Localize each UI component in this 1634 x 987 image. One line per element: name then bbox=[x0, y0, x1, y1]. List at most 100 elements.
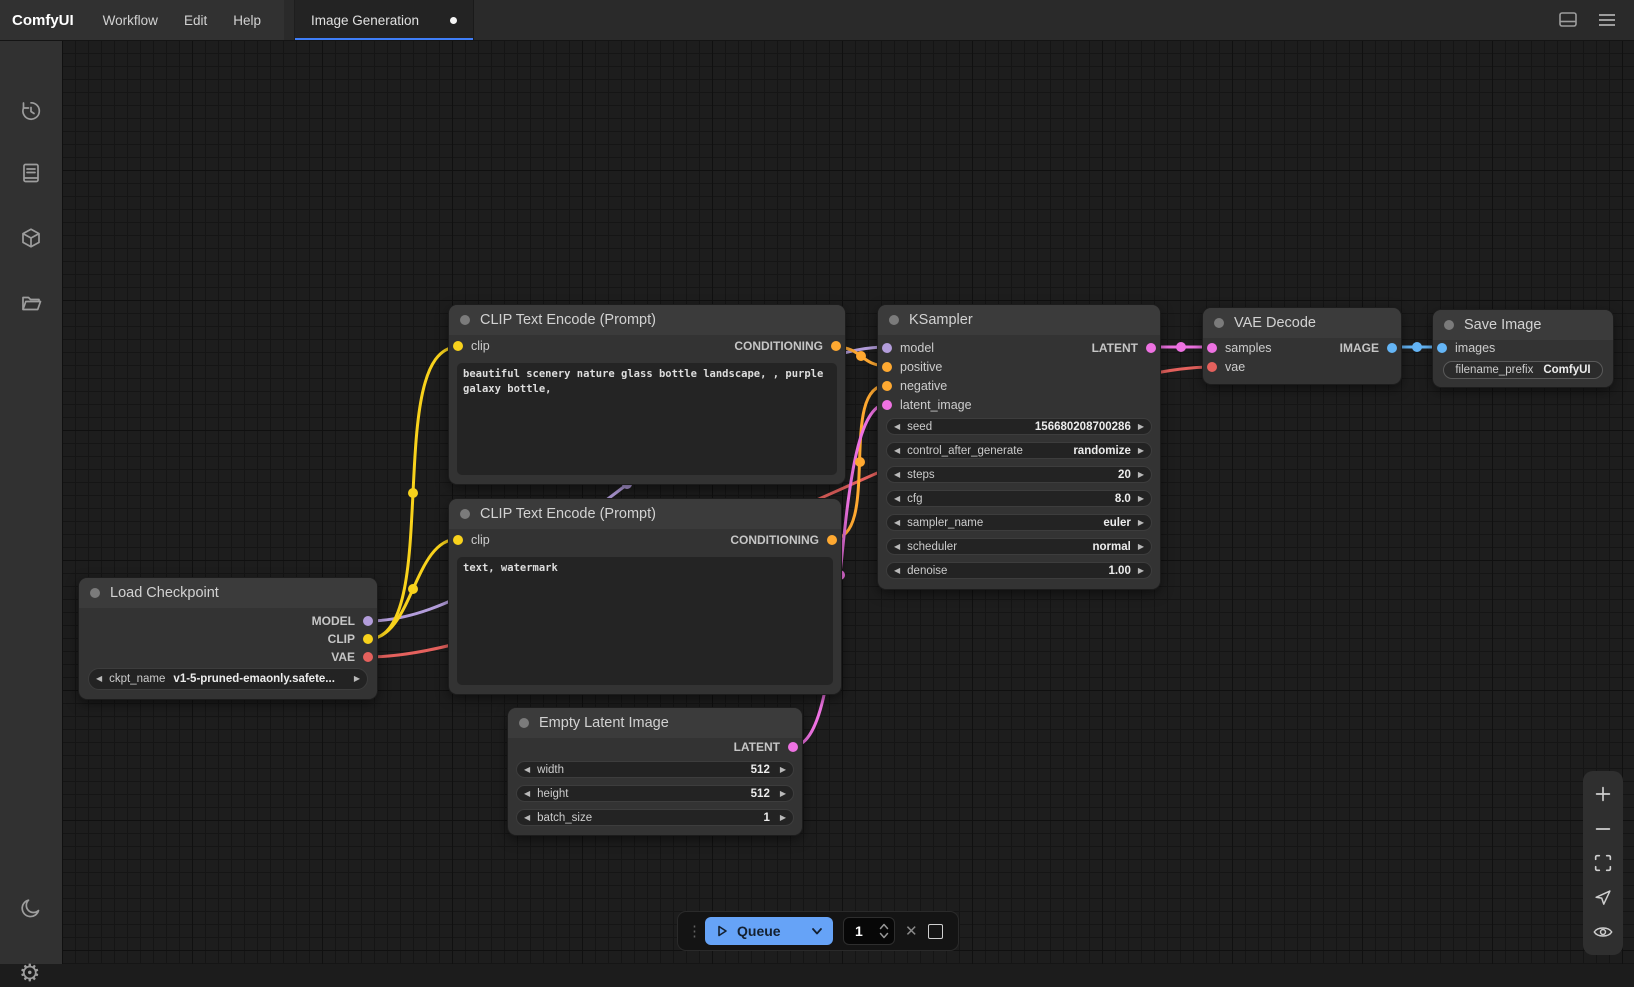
stepper-left-icon[interactable]: ◀ bbox=[894, 447, 900, 455]
stepper-left-icon[interactable]: ◀ bbox=[524, 790, 530, 798]
stepper-right-icon[interactable]: ▶ bbox=[1138, 471, 1144, 479]
output-port-conditioning[interactable] bbox=[831, 341, 841, 351]
stepper-right-icon[interactable]: ▶ bbox=[1138, 567, 1144, 575]
widget-seed[interactable]: ◀ seed 156680208700286 ▶ bbox=[886, 418, 1152, 435]
output-port-latent[interactable] bbox=[788, 742, 798, 752]
toggle-link-visibility-eye-icon[interactable] bbox=[1592, 921, 1614, 943]
stepper-left-icon[interactable]: ◀ bbox=[96, 675, 102, 683]
collapse-dot[interactable] bbox=[1214, 318, 1224, 328]
stepper-up-icon[interactable] bbox=[879, 923, 889, 930]
collapse-dot[interactable] bbox=[519, 718, 529, 728]
input-port-vae[interactable] bbox=[1207, 362, 1217, 372]
output-port-image[interactable] bbox=[1387, 343, 1397, 353]
zoom-in-icon[interactable] bbox=[1592, 783, 1614, 805]
widget-cfg[interactable]: ◀ cfg 8.0 ▶ bbox=[886, 490, 1152, 507]
output-port-vae[interactable] bbox=[363, 652, 373, 662]
node-clip-text-encode-positive[interactable]: CLIP Text Encode (Prompt) clip CONDITION… bbox=[449, 305, 845, 484]
output-port-conditioning[interactable] bbox=[827, 535, 837, 545]
hamburger-menu-icon[interactable] bbox=[1598, 12, 1616, 28]
queue-options-chevron-icon[interactable] bbox=[811, 925, 823, 937]
widget-scheduler[interactable]: ◀ scheduler normal ▶ bbox=[886, 538, 1152, 555]
tab-image-generation[interactable]: Image Generation bbox=[295, 0, 474, 40]
queue-log-icon[interactable] bbox=[19, 161, 43, 185]
widget-denoise[interactable]: ◀ denoise 1.00 ▶ bbox=[886, 562, 1152, 579]
collapse-dot[interactable] bbox=[460, 509, 470, 519]
settings-gear-icon[interactable]: ⚙ bbox=[19, 961, 43, 985]
node-vae-decode[interactable]: VAE Decode samples IMAGE vae bbox=[1203, 308, 1401, 384]
drag-handle-icon[interactable]: ⋮ bbox=[687, 924, 695, 939]
widget-ckpt-name[interactable]: ◀ ckpt_name v1-5-pruned-emaonly.safete..… bbox=[88, 668, 368, 690]
stepper-right-icon[interactable]: ▶ bbox=[1138, 423, 1144, 431]
select-mode-cursor-icon[interactable] bbox=[1592, 886, 1614, 908]
workflows-folder-icon[interactable] bbox=[19, 291, 43, 315]
stepper-right-icon[interactable]: ▶ bbox=[354, 675, 360, 683]
widget-control-after-generate[interactable]: ◀ control_after_generate randomize ▶ bbox=[886, 442, 1152, 459]
output-port-clip[interactable] bbox=[363, 634, 373, 644]
node-save-image[interactable]: Save Image images filename_prefix ComfyU… bbox=[1433, 310, 1613, 387]
stepper-left-icon[interactable]: ◀ bbox=[894, 567, 900, 575]
stepper-left-icon[interactable]: ◀ bbox=[894, 423, 900, 431]
clear-queue-icon[interactable]: ✕ bbox=[905, 924, 918, 939]
widget-sampler-name[interactable]: ◀ sampler_name euler ▶ bbox=[886, 514, 1152, 531]
node-header[interactable]: CLIP Text Encode (Prompt) bbox=[449, 305, 845, 335]
widget-steps[interactable]: ◀ steps 20 ▶ bbox=[886, 466, 1152, 483]
input-port-clip[interactable] bbox=[453, 535, 463, 545]
stepper-right-icon[interactable]: ▶ bbox=[1138, 519, 1144, 527]
output-port-latent[interactable] bbox=[1146, 343, 1156, 353]
fit-view-icon[interactable] bbox=[1592, 852, 1614, 874]
stepper-right-icon[interactable]: ▶ bbox=[1138, 495, 1144, 503]
zoom-out-icon[interactable] bbox=[1592, 818, 1614, 840]
node-load-checkpoint[interactable]: Load Checkpoint MODEL CLIP VAE ◀ ckpt_na… bbox=[79, 578, 377, 699]
menu-workflow[interactable]: Workflow bbox=[90, 13, 171, 28]
prompt-textarea[interactable]: text, watermark bbox=[457, 557, 833, 685]
batch-count-stepper[interactable]: 1 bbox=[843, 917, 895, 945]
stepper-left-icon[interactable]: ◀ bbox=[894, 471, 900, 479]
history-icon[interactable] bbox=[19, 99, 43, 123]
stepper-left-icon[interactable]: ◀ bbox=[894, 543, 900, 551]
stepper-left-icon[interactable]: ◀ bbox=[524, 766, 530, 774]
input-port-model[interactable] bbox=[882, 343, 892, 353]
collapse-dot[interactable] bbox=[90, 588, 100, 598]
stepper-down-icon[interactable] bbox=[879, 932, 889, 939]
menu-edit[interactable]: Edit bbox=[171, 13, 220, 28]
theme-toggle-moon-icon[interactable] bbox=[19, 896, 43, 920]
input-port-clip[interactable] bbox=[453, 341, 463, 351]
widget-batch-size[interactable]: ◀ batch_size 1 ▶ bbox=[516, 809, 794, 826]
node-header[interactable]: Load Checkpoint bbox=[79, 578, 377, 608]
model-library-icon[interactable] bbox=[19, 226, 43, 250]
node-header[interactable]: VAE Decode bbox=[1203, 308, 1401, 338]
collapse-dot[interactable] bbox=[889, 315, 899, 325]
node-header[interactable]: Empty Latent Image bbox=[508, 708, 802, 738]
bottom-panel-icon[interactable] bbox=[1558, 11, 1578, 29]
collapse-dot[interactable] bbox=[460, 315, 470, 325]
stepper-left-icon[interactable]: ◀ bbox=[524, 814, 530, 822]
stepper-right-icon[interactable]: ▶ bbox=[1138, 447, 1144, 455]
stepper-right-icon[interactable]: ▶ bbox=[1138, 543, 1144, 551]
stepper-left-icon[interactable]: ◀ bbox=[894, 519, 900, 527]
node-header[interactable]: KSampler bbox=[878, 305, 1160, 335]
node-empty-latent-image[interactable]: Empty Latent Image LATENT ◀ width 512 ▶ … bbox=[508, 708, 802, 835]
collapse-dot[interactable] bbox=[1444, 320, 1454, 330]
stop-icon[interactable] bbox=[928, 924, 943, 939]
output-port-model[interactable] bbox=[363, 616, 373, 626]
widget-height[interactable]: ◀ height 512 ▶ bbox=[516, 785, 794, 802]
node-ksampler[interactable]: KSampler model LATENT positive negative … bbox=[878, 305, 1160, 589]
widget-filename-prefix[interactable]: filename_prefix ComfyUI bbox=[1443, 361, 1603, 379]
stepper-right-icon[interactable]: ▶ bbox=[780, 814, 786, 822]
widget-width[interactable]: ◀ width 512 ▶ bbox=[516, 761, 794, 778]
input-port-latent-image[interactable] bbox=[882, 400, 892, 410]
stepper-right-icon[interactable]: ▶ bbox=[780, 766, 786, 774]
queue-button[interactable]: Queue bbox=[705, 917, 833, 945]
stepper-left-icon[interactable]: ◀ bbox=[894, 495, 900, 503]
node-clip-text-encode-negative[interactable]: CLIP Text Encode (Prompt) clip CONDITION… bbox=[449, 499, 841, 694]
input-port-images[interactable] bbox=[1437, 343, 1447, 353]
input-port-negative[interactable] bbox=[882, 381, 892, 391]
stepper-right-icon[interactable]: ▶ bbox=[780, 790, 786, 798]
node-header[interactable]: Save Image bbox=[1433, 310, 1613, 340]
prompt-textarea[interactable]: beautiful scenery nature glass bottle la… bbox=[457, 363, 837, 475]
menu-help[interactable]: Help bbox=[220, 13, 274, 28]
graph-canvas[interactable] bbox=[62, 40, 1634, 964]
input-port-positive[interactable] bbox=[882, 362, 892, 372]
node-header[interactable]: CLIP Text Encode (Prompt) bbox=[449, 499, 841, 529]
input-port-samples[interactable] bbox=[1207, 343, 1217, 353]
